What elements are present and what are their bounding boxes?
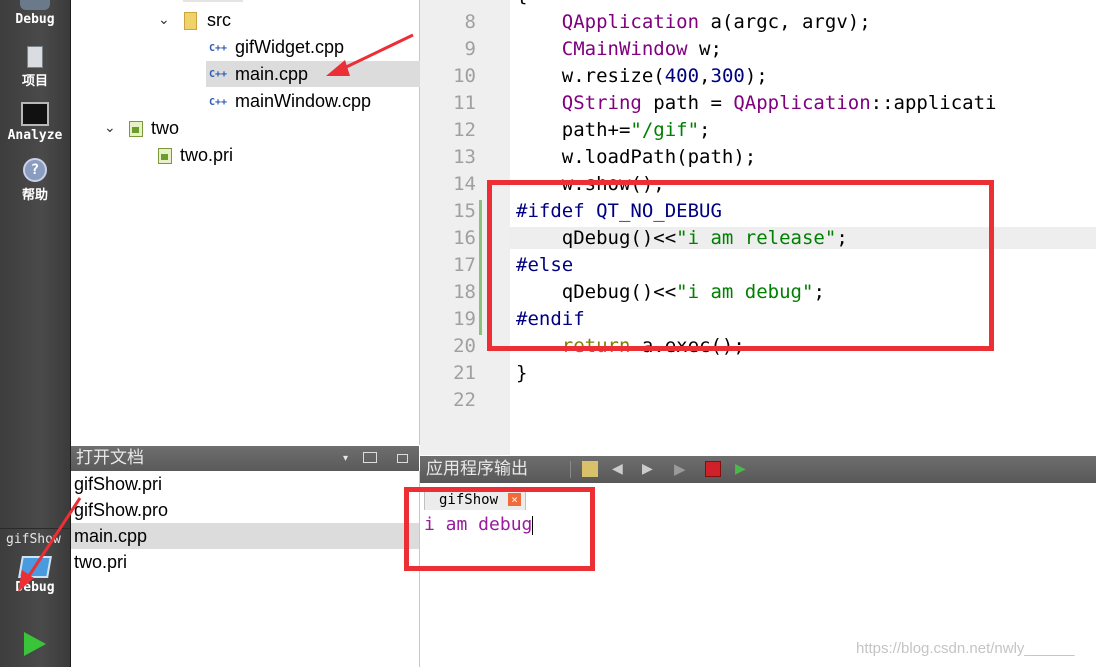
pri-file-icon <box>158 148 172 165</box>
line-number: 20 <box>453 335 476 357</box>
mode-selector-bar: Debug 项目 Analyze ? 帮助 gifShow Debug <box>0 0 71 667</box>
mode-help-label: 帮助 <box>21 188 48 203</box>
tree-node-label: main.cpp <box>235 64 309 84</box>
kit-selector[interactable]: Debug <box>0 556 70 595</box>
code-line-12: path+="/gif"; <box>561 119 711 141</box>
project-tree: ⌄ src C++ gifWidget.cpp C++ main.cpp C++ ma… <box>71 0 422 445</box>
open-documents-list: gifShow.pri gifShow.pro main.cpp two.pri <box>71 471 420 667</box>
tree-node-label: two.pri <box>180 145 234 165</box>
open-documents-title: 打开文档 <box>76 448 144 468</box>
dropdown-arrow-icon[interactable]: ▾ <box>343 446 348 471</box>
previous-icon[interactable]: ◀ <box>612 461 628 477</box>
annotation-box-code <box>487 180 994 351</box>
next-icon[interactable]: ▶ <box>642 461 658 477</box>
line-number: 17 <box>453 254 476 276</box>
computer-icon <box>18 556 52 578</box>
cpp-file-icon: C++ <box>209 69 228 81</box>
split-icon[interactable] <box>363 452 377 463</box>
line-number: 13 <box>453 146 476 168</box>
code-line-10: w.resize(400,300); <box>561 65 768 87</box>
cpp-file-icon: C++ <box>209 96 228 108</box>
line-number: 15 <box>453 200 476 222</box>
attach-debugger-icon[interactable]: ▶ <box>735 461 751 477</box>
mode-debug[interactable]: Debug <box>0 0 70 27</box>
analyze-icon <box>21 102 49 126</box>
kit-project-label: gifShow <box>6 532 61 547</box>
line-number: 14 <box>453 173 476 195</box>
mode-debug-label: Debug <box>15 12 55 27</box>
code-line-21: } <box>516 362 528 384</box>
clear-output-icon[interactable] <box>582 461 598 477</box>
changed-lines-marker <box>479 200 482 335</box>
tree-node-mainwindow-cpp[interactable]: C++ mainWindow.cpp <box>209 91 371 112</box>
kit-separator <box>0 528 70 529</box>
expand-arrow-icon[interactable]: ⌄ <box>104 120 116 136</box>
code-line-11: QString path = QApplication::applicati <box>561 92 997 114</box>
close-pane-icon[interactable] <box>397 454 408 463</box>
annotation-box-output <box>404 487 595 571</box>
toolbar-divider <box>570 461 571 478</box>
tree-node-main-cpp[interactable]: C++ main.cpp <box>206 61 422 87</box>
line-number: 11 <box>453 92 476 114</box>
open-document-item-selected[interactable]: main.cpp <box>71 523 419 549</box>
line-number: 21 <box>453 362 476 384</box>
line-number: 19 <box>453 308 476 330</box>
expand-arrow-icon[interactable]: ⌄ <box>158 12 170 28</box>
mode-analyze-label: Analyze <box>7 128 63 143</box>
tree-node-label: two <box>151 118 180 138</box>
open-document-item[interactable]: gifShow.pri <box>71 471 419 497</box>
mode-analyze[interactable]: Analyze <box>0 102 70 143</box>
open-documents-header: 打开文档 ▾ <box>71 446 419 471</box>
tree-node-src-label: src <box>207 10 231 30</box>
mode-project-label: 项目 <box>21 74 48 89</box>
folder-icon <box>184 12 197 31</box>
tree-partial-row <box>183 0 243 2</box>
line-number: 16 <box>453 227 476 249</box>
open-document-item[interactable]: gifShow.pro <box>71 497 419 523</box>
line-number: 9 <box>464 38 476 60</box>
line-number: 22 <box>453 389 476 411</box>
line-number: 18 <box>453 281 476 303</box>
watermark: https://blog.csdn.net/nwly______ <box>856 640 1075 657</box>
tree-node-two[interactable]: two <box>129 118 179 139</box>
application-output-title: 应用程序输出 <box>426 459 528 479</box>
cpp-file-icon: C++ <box>209 42 228 54</box>
run-button[interactable] <box>24 632 46 656</box>
line-number: 12 <box>453 119 476 141</box>
tree-node-two-pri[interactable]: two.pri <box>158 145 233 166</box>
line-number: 8 <box>464 11 476 33</box>
kit-mode-label: Debug <box>15 580 55 595</box>
project-file-icon <box>129 121 143 138</box>
tree-node-label: gifWidget.cpp <box>235 37 345 57</box>
line-number: 10 <box>453 65 476 87</box>
mode-project[interactable]: 项目 <box>0 46 70 89</box>
tree-node-gifwidget-cpp[interactable]: C++ gifWidget.cpp <box>209 37 344 58</box>
code-line-partial: { <box>516 0 527 6</box>
mode-help[interactable]: ? 帮助 <box>0 158 70 203</box>
rerun-icon[interactable]: ▶ <box>674 461 690 477</box>
debug-icon <box>20 0 50 10</box>
tree-node-src[interactable]: src <box>184 10 231 31</box>
application-output-header: 应用程序输出 ◀ ▶ ▶ ▶ <box>420 456 1096 483</box>
code-line-13: w.loadPath(path); <box>561 146 757 168</box>
project-icon <box>27 46 43 68</box>
tree-node-label: mainWindow.cpp <box>235 91 372 111</box>
code-line-9: CMainWindow w; <box>561 38 722 60</box>
stop-icon[interactable] <box>705 461 721 477</box>
open-document-item[interactable]: two.pri <box>71 549 419 575</box>
help-icon: ? <box>23 158 47 182</box>
code-line-8: QApplication a(argc, argv); <box>561 11 871 33</box>
